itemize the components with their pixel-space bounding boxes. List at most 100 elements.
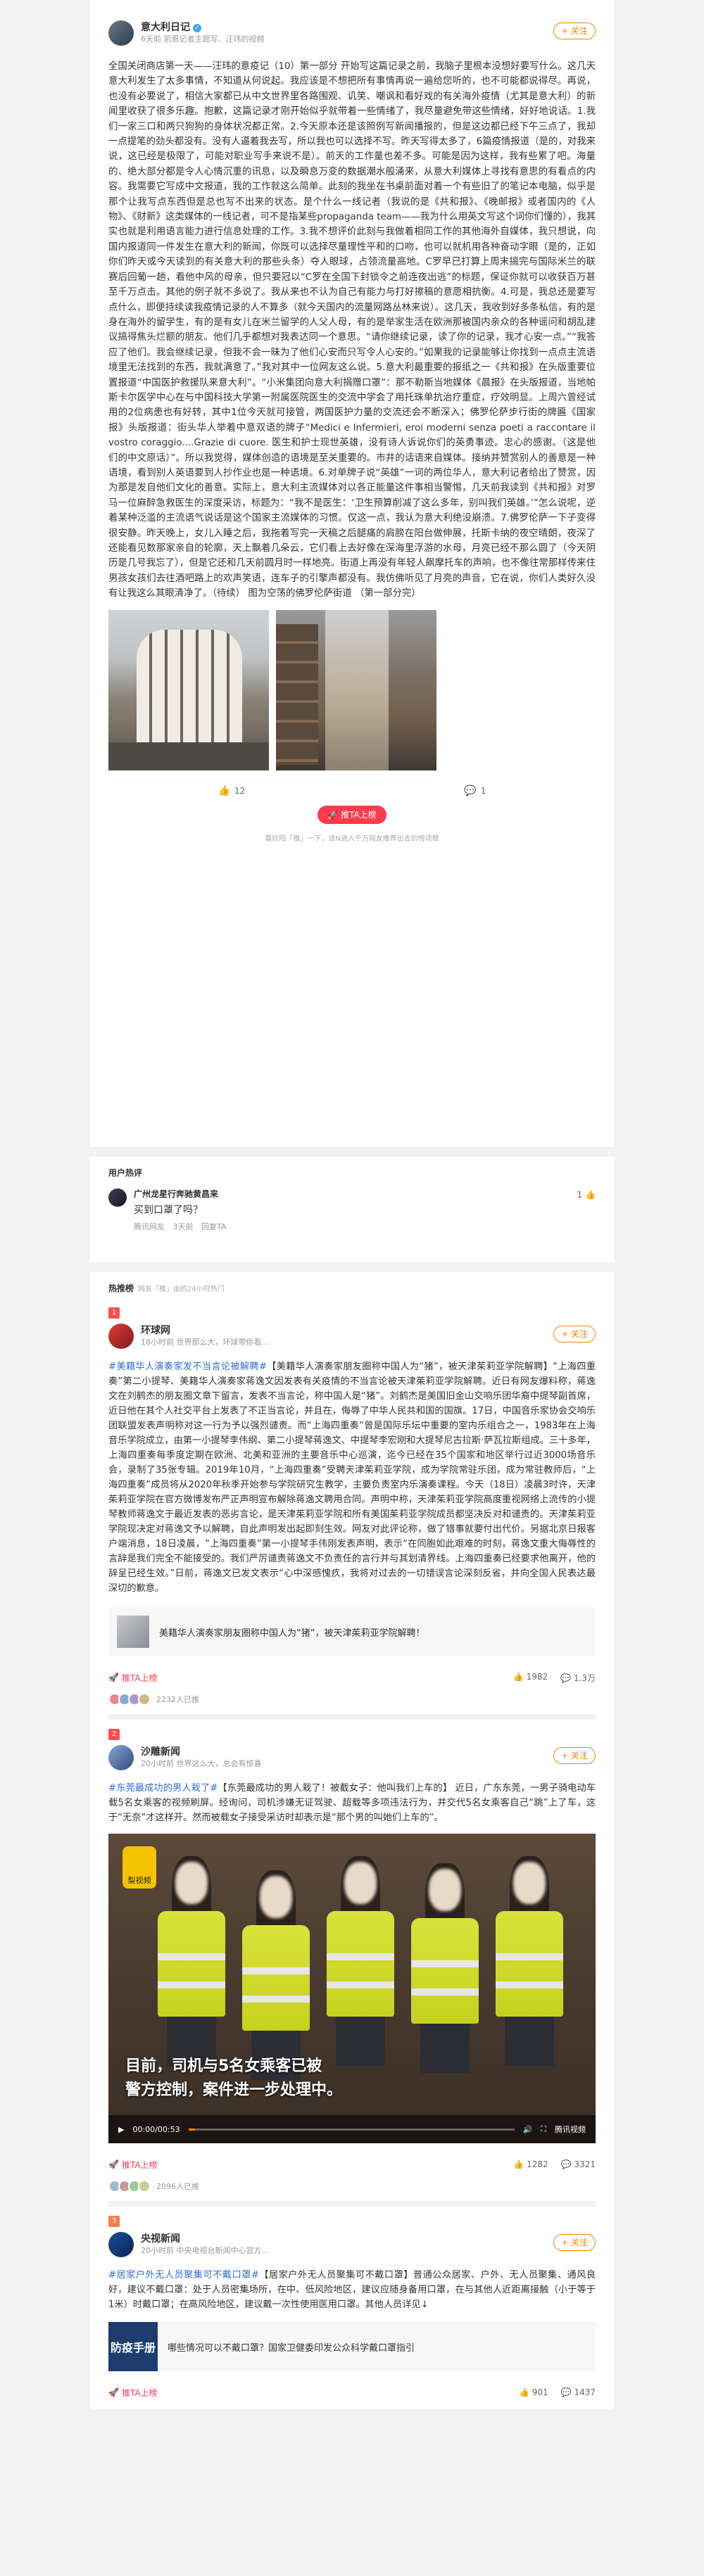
- like-count: 1982: [526, 1671, 548, 1682]
- comments-card: 用户热评 广州龙星行奔驰黄昌来 买到口罩了吗？ 腾讯网友 3天前 回复TA 1 …: [90, 1157, 614, 1262]
- follow-button[interactable]: + 关注: [553, 1326, 596, 1343]
- hot-item-actions: 🚀 推TA上榜 👍 901 💬 1437: [108, 2384, 596, 2401]
- author-block: 沙雕新闻 20小时前 世界这么大，总会有惊喜: [141, 1746, 596, 1770]
- follow-button[interactable]: + 关注: [553, 23, 596, 39]
- comment-like-button[interactable]: 1 👍: [577, 1190, 596, 1200]
- quote-thumbnail: 防疫手册: [108, 2322, 158, 2371]
- author-block: 意大利日记 ✓ 6天前 凯恩记者主题写、汪玮的视频: [141, 21, 596, 45]
- comment-button[interactable]: 💬 1437: [561, 2387, 596, 2397]
- video-person: [158, 1856, 225, 2073]
- readers-count[interactable]: 2096人已推: [156, 2181, 199, 2192]
- video-caption-line-1: 目前，司机与5名女乘客已被: [125, 2057, 322, 2075]
- hashtag-link[interactable]: #美籍华人演奏家发不当言论被解聘#: [108, 1362, 267, 1372]
- hot-item-1[interactable]: 1 环球网 18小时前 世界那么大，环球带你看… + 关注 #美籍华人演奏家发不…: [108, 1298, 596, 1720]
- like-count: 1282: [527, 2159, 548, 2169]
- thumb-up-icon: 👍: [519, 2387, 532, 2397]
- rocket-icon: 🚀: [108, 1673, 119, 1682]
- boost-button[interactable]: 🚀 推TA上榜: [318, 805, 386, 824]
- comment-button[interactable]: 💬 1.3万: [560, 1672, 596, 1684]
- comment-button[interactable]: 💬 3321: [561, 2159, 596, 2169]
- commenter-name[interactable]: 广州龙星行奔驰黄昌来: [134, 1188, 596, 1200]
- thumb-up-icon: 👍: [513, 1671, 527, 1682]
- comment-icon: 💬: [560, 2159, 574, 2169]
- commenter-avatar[interactable]: [108, 1188, 127, 1207]
- comment-item: 广州龙星行奔驰黄昌来 买到口罩了吗？ 腾讯网友 3天前 回复TA 1 👍: [108, 1188, 596, 1232]
- verified-icon: ✓: [193, 24, 201, 32]
- hot-item-meta: 20小时前 世界这么大，总会有惊喜: [141, 1759, 262, 1768]
- author-name[interactable]: 央视新闻: [141, 2233, 596, 2245]
- hot-item-counts: 👍 1982 💬 1.3万: [513, 1672, 596, 1684]
- boost-button[interactable]: 🚀 推TA上榜: [108, 2387, 158, 2399]
- video-person: [327, 1856, 394, 2073]
- like-button[interactable]: 👍 1282: [513, 2159, 548, 2169]
- video-controls: ▶ 00:00/00:53 🔊 ⛶ 腾讯视频: [108, 2115, 596, 2143]
- hot-item-text: #东莞最成功的男人栽了#【东莞最成功的男人栽了！被截女子：他叫我们上车的】 近日…: [108, 1781, 596, 1825]
- rank-badge: 1: [108, 1307, 120, 1319]
- hot-list-title-text: 热推榜: [108, 1283, 134, 1293]
- hot-item-meta: 18小时前 世界那么大，环球带你看…: [141, 1338, 270, 1347]
- author-name[interactable]: 意大利日记 ✓: [141, 21, 596, 34]
- author-avatar[interactable]: [108, 1324, 134, 1349]
- boost-button[interactable]: 🚀 推TA上榜: [108, 1672, 158, 1684]
- like-count: 12: [234, 785, 246, 796]
- fullscreen-icon[interactable]: ⛶: [541, 2124, 546, 2134]
- volume-icon[interactable]: 🔊: [523, 2125, 533, 2134]
- quote-title: 哪些情况可以不戴口罩？国家卫健委印发公众科学戴口罩指引: [168, 2342, 415, 2354]
- readers-row: 2096人已推: [108, 2180, 596, 2193]
- author-name-text[interactable]: 意大利日记: [141, 22, 190, 33]
- follow-button[interactable]: + 关注: [553, 2234, 596, 2251]
- like-button[interactable]: 👍 12: [218, 785, 246, 797]
- follow-button[interactable]: + 关注: [553, 1747, 596, 1764]
- like-button[interactable]: 👍 901: [519, 2387, 548, 2397]
- reader-avatar: [138, 2180, 151, 2193]
- author-avatar[interactable]: [108, 2232, 134, 2257]
- hashtag-link[interactable]: #东莞最成功的男人栽了#: [108, 1783, 218, 1794]
- hashtag-link[interactable]: #居家户外无人员聚集可不戴口罩#: [108, 2270, 259, 2280]
- hot-item-text: #美籍华人演奏家发不当言论被解聘#【美籍华人演奏家朋友圈称中国人为“猪”，被天津…: [108, 1359, 596, 1596]
- author-name[interactable]: 沙雕新闻: [141, 1746, 596, 1758]
- video-player[interactable]: 梨视频 目前，司机与5名女乘客已被 警方控制，案件进一步处理中。 ▶ 00:00…: [108, 1834, 596, 2143]
- thumb-up-icon: 👍: [585, 1190, 596, 1200]
- rank-badge: 2: [108, 1729, 120, 1740]
- author-avatar[interactable]: [108, 20, 134, 46]
- post-meta: 6天前 凯恩记者主题写、汪玮的视频: [141, 34, 265, 44]
- video-caption: 目前，司机与5名女乘客已被 警方控制，案件进一步处理中。: [125, 2055, 342, 2102]
- hot-item-body: 【美籍华人演奏家朋友圈称中国人为“猪”，被天津茱莉亚学院解聘】“上海四重奏”第二…: [108, 1362, 596, 1594]
- quoted-article[interactable]: 美籍华人演奏家朋友圈称中国人为“猪”，被天津茱莉亚学院解聘！: [108, 1607, 596, 1656]
- comment-body: 广州龙星行奔驰黄昌来 买到口罩了吗？ 腾讯网友 3天前 回复TA: [134, 1188, 596, 1232]
- comment-icon: 💬: [560, 1673, 574, 1683]
- post-photos: [108, 609, 596, 770]
- author-block: 央视新闻 20小时前 中央电视台新闻中心官方…: [141, 2233, 596, 2257]
- like-button[interactable]: 👍 1982: [513, 1672, 548, 1684]
- boost-label: 推TA上榜: [121, 2387, 158, 2398]
- hot-item-3[interactable]: 3 央视新闻 20小时前 中央电视台新闻中心官方… + 关注 #居家户外无人员聚…: [108, 2207, 596, 2409]
- comment-text: 买到口罩了吗？: [134, 1205, 203, 1216]
- photo-empty-street[interactable]: [276, 609, 436, 770]
- play-icon[interactable]: ▶: [118, 2125, 124, 2134]
- hot-list-title: 热推榜 网友「推」出的24小时热门: [108, 1279, 596, 1298]
- video-brand: 腾讯视频: [555, 2125, 586, 2134]
- hot-item-meta: 20小时前 中央电视台新闻中心官方…: [141, 2246, 270, 2255]
- comment-icon: 💬: [560, 2387, 574, 2397]
- hot-item-header: 央视新闻 20小时前 中央电视台新闻中心官方… + 关注: [108, 2227, 596, 2262]
- quoted-article[interactable]: 防疫手册 哪些情况可以不戴口罩？国家卫健委印发公众科学戴口罩指引: [108, 2322, 596, 2371]
- video-progress[interactable]: [188, 2128, 515, 2131]
- hot-item-2[interactable]: 2 沙雕新闻 20小时前 世界这么大，总会有惊喜 + 关注 #东莞最成功的男人栽…: [108, 1720, 596, 2207]
- author-name[interactable]: 环球网: [141, 1324, 596, 1337]
- hot-item-header: 沙雕新闻 20小时前 世界这么大，总会有惊喜 + 关注: [108, 1740, 596, 1775]
- boost-wrap: 🚀 推TA上榜: [108, 805, 596, 824]
- boost-label: 推TA上榜: [121, 1673, 158, 1683]
- boost-note: 嘉欣阳「推」一下，该N进入千万网友推荐出去的榜项框: [265, 835, 439, 843]
- comment-count: 1: [480, 785, 486, 796]
- comment-source: 腾讯网友: [134, 1222, 165, 1231]
- boost-label: 推TA上榜: [341, 809, 377, 820]
- comment-button[interactable]: 💬 1: [464, 785, 486, 797]
- photo-cathedral[interactable]: [108, 609, 269, 770]
- readers-count[interactable]: 2232人已推: [156, 1694, 199, 1705]
- boost-button[interactable]: 🚀 推TA上榜: [108, 2159, 158, 2171]
- hot-item-actions: 🚀 推TA上榜 👍 1282 💬 3321: [108, 2156, 596, 2173]
- reply-button[interactable]: 回复TA: [201, 1222, 226, 1231]
- author-avatar[interactable]: [108, 1745, 134, 1770]
- comment-count: 1437: [574, 2387, 596, 2397]
- hot-item-header: 环球网 18小时前 世界那么大，环球带你看… + 关注: [108, 1319, 596, 1354]
